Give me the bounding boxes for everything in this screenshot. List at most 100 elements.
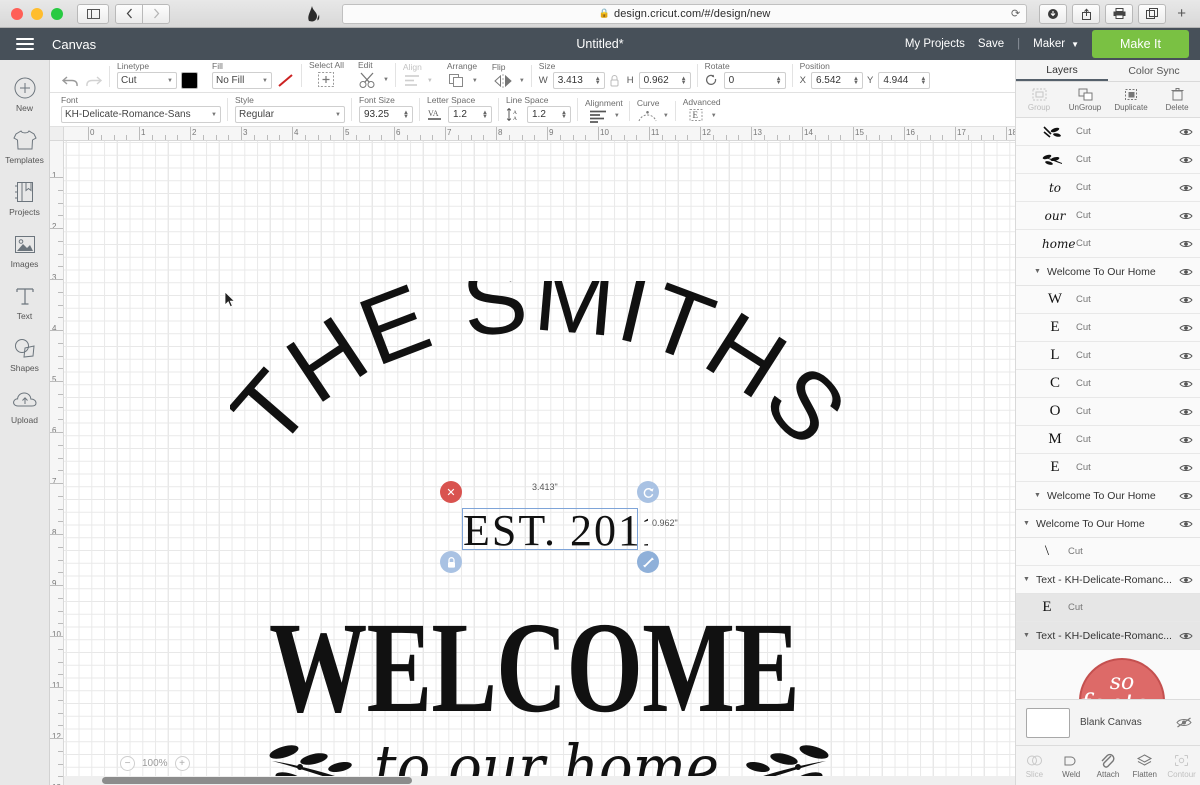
rotate-input[interactable]: 0 ▲ ▼ [723,72,786,89]
eye-visible-icon[interactable] [1179,211,1193,221]
rail-item-shapes[interactable]: Shapes [0,329,50,381]
new-tab-button[interactable]: + [1171,5,1192,22]
layer-row[interactable]: L Cut [1016,342,1200,370]
no-fill-slash-icon[interactable] [276,72,295,89]
layer-row[interactable]: E Cut [1016,314,1200,342]
contour-button[interactable]: Contour [1163,746,1200,785]
eye-visible-icon[interactable] [1179,155,1193,165]
chevron-down-icon[interactable]: ▼ [1023,576,1031,583]
layer-row[interactable]: to Cut [1016,174,1200,202]
eye-visible-icon[interactable] [1179,127,1193,137]
layer-row[interactable]: C Cut [1016,370,1200,398]
text-align-icon[interactable] [588,109,609,123]
welcome-text[interactable]: WELCOME [264,606,824,736]
line-space-stepper[interactable]: ▲ ▼ [561,110,568,120]
curve-icon[interactable] [637,109,658,123]
advanced-text-icon[interactable]: E [687,108,706,123]
tab-color-sync[interactable]: Color Sync [1108,60,1200,81]
flatten-button[interactable]: Flatten [1126,746,1163,785]
height-input[interactable]: 0.962 ▲ ▼ [638,72,691,89]
layers-list[interactable]: Cut Cut to Cut our Cut home Cut ▼ Welcome To Our … [1016,118,1200,699]
maximize-window-button[interactable] [51,7,63,20]
align-icon[interactable] [403,73,422,89]
layer-row[interactable]: W Cut [1016,286,1200,314]
eye-visible-icon[interactable] [1179,323,1193,333]
reload-icon[interactable]: ⟳ [1011,7,1020,20]
fill-select[interactable]: No Fill ▼ [212,72,272,89]
layer-group-header[interactable]: ▼ Welcome To Our Home [1016,258,1200,286]
tab-layers[interactable]: Layers [1016,60,1108,81]
canvas-color-swatch[interactable] [1026,707,1070,738]
rail-item-upload[interactable]: Upload [0,381,50,433]
chevron-down-icon[interactable]: ▼ [614,113,620,119]
rail-item-new[interactable]: New [0,69,50,121]
arrange-stack-icon[interactable] [447,72,467,89]
chevron-down-icon[interactable]: ▼ [519,78,525,84]
edit-scissors-icon[interactable] [358,71,378,89]
x-input[interactable]: 6.542 ▲ ▼ [810,72,863,89]
linetype-select[interactable]: Cut ▼ [117,72,177,89]
eye-visible-icon[interactable] [1179,295,1193,305]
layer-row[interactable]: Cut [1016,146,1200,174]
eye-visible-icon[interactable] [1179,183,1193,193]
linetype-color-swatch[interactable] [181,72,198,89]
eye-hidden-icon[interactable] [1176,717,1192,728]
chevron-down-icon[interactable]: ▼ [472,78,478,84]
select-all-icon[interactable] [316,71,336,89]
sidebar-toggle-icon[interactable] [77,3,109,24]
zoom-control[interactable]: − 100% + [120,756,190,771]
eye-visible-icon[interactable] [1179,239,1193,249]
machine-selector[interactable]: Maker ▼ [1033,38,1079,50]
ungroup-button[interactable]: UnGroup [1062,82,1108,117]
chevron-down-icon[interactable]: ▼ [427,78,433,84]
design-canvas[interactable]: 0123456789101112131415161718 12345678910… [50,127,1015,785]
letter-space-input[interactable]: 1.2 ▲ ▼ [448,106,492,123]
close-window-button[interactable] [11,7,23,20]
layer-row[interactable]: our Cut [1016,202,1200,230]
canvas-grid[interactable]: THE SMITHS EST. 2011 WELCOME to our home [64,141,1015,785]
rail-item-templates[interactable]: Templates [0,121,50,173]
rotate-handle-icon[interactable] [637,481,659,503]
layer-row[interactable]: Cut [1016,118,1200,146]
layer-row[interactable]: \ Cut [1016,538,1200,566]
delete-button[interactable]: Delete [1154,82,1200,117]
style-select[interactable]: Regular ▼ [235,106,345,123]
layer-row[interactable]: home Cut [1016,230,1200,258]
eye-visible-icon[interactable] [1179,407,1193,417]
zoom-in-button[interactable]: + [174,756,190,771]
tabs-icon[interactable] [1138,3,1167,24]
resize-handle-icon[interactable] [637,551,659,573]
layer-group-header[interactable]: ▼ Text - KH-Delicate-Romanc... [1016,566,1200,594]
letter-space-stepper[interactable]: ▲ ▼ [482,110,489,120]
width-input[interactable]: 3.413 ▲ ▼ [552,72,605,89]
chevron-down-icon[interactable]: ▼ [1023,520,1031,527]
eye-visible-icon[interactable] [1179,491,1193,501]
layer-row[interactable]: E Cut [1016,594,1200,622]
chevron-down-icon[interactable]: ▼ [1023,632,1031,639]
rail-item-projects[interactable]: Projects [0,173,50,225]
layer-group-header[interactable]: ▼ Text - KH-Delicate-Romanc... [1016,622,1200,650]
rotate-stepper[interactable]: ▲ ▼ [776,76,783,86]
download-icon[interactable] [1039,3,1068,24]
make-it-button[interactable]: Make It [1092,30,1189,58]
arc-text-the-smiths[interactable]: THE SMITHS [230,281,850,511]
chevron-down-icon[interactable]: ▼ [1034,492,1042,499]
chevron-down-icon[interactable]: ▼ [383,77,389,83]
my-projects-link[interactable]: My Projects [905,38,965,50]
layer-row[interactable]: O Cut [1016,398,1200,426]
y-stepper[interactable]: ▲ ▼ [920,76,927,86]
weld-button[interactable]: Weld [1053,746,1090,785]
eye-visible-icon[interactable] [1179,575,1193,585]
canvas-layer-row[interactable]: Blank Canvas [1016,699,1200,745]
duplicate-button[interactable]: Duplicate [1108,82,1154,117]
hamburger-menu-icon[interactable] [16,35,34,53]
rail-item-text[interactable]: Text [0,277,50,329]
share-icon[interactable] [1072,3,1101,24]
slice-button[interactable]: Slice [1016,746,1053,785]
eye-visible-icon[interactable] [1179,435,1193,445]
undo-icon[interactable] [61,74,80,89]
rail-item-images[interactable]: Images [0,225,50,277]
eye-visible-icon[interactable] [1179,519,1193,529]
width-stepper[interactable]: ▲ ▼ [595,76,602,86]
artwork-layer[interactable]: THE SMITHS EST. 2011 WELCOME to our home [64,141,1015,785]
